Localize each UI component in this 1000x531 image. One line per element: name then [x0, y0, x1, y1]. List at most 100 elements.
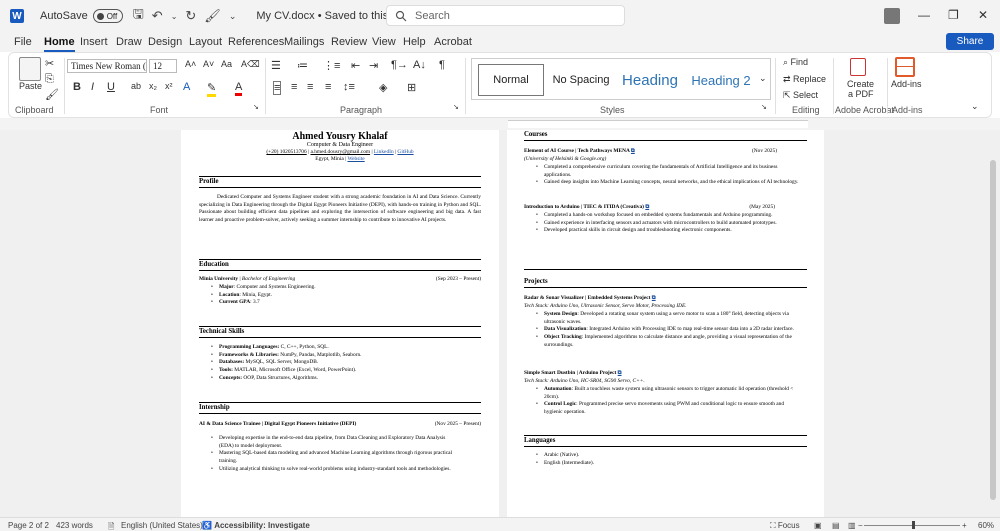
close-icon[interactable]: ✕: [978, 8, 988, 22]
strikethrough-icon[interactable]: ab: [131, 81, 141, 91]
focus-button[interactable]: ⛶ Focus: [770, 521, 800, 531]
paste-button[interactable]: Paste: [19, 81, 42, 91]
dialog-launcher-icon[interactable]: ↘: [761, 103, 767, 111]
subscript-icon[interactable]: x₂: [149, 81, 157, 91]
github-link[interactable]: GitHub: [397, 149, 413, 155]
tab-help[interactable]: Help: [403, 36, 426, 48]
font-color-icon[interactable]: A: [235, 81, 243, 96]
share-button[interactable]: Share: [946, 33, 994, 50]
dialog-launcher-icon[interactable]: ↘: [253, 103, 259, 111]
align-left-icon[interactable]: ≡: [273, 81, 282, 95]
create-pdf-icon[interactable]: [850, 58, 866, 76]
addins-icon[interactable]: [895, 57, 915, 77]
dialog-launcher-icon[interactable]: ↘: [453, 103, 459, 111]
minimize-icon[interactable]: —: [918, 8, 930, 22]
external-link-icon[interactable]: ⧉: [652, 295, 656, 301]
styles-more-icon[interactable]: ⌄: [759, 73, 767, 84]
decrease-indent-icon[interactable]: ⇤: [351, 59, 360, 72]
undo-icon[interactable]: ↶: [152, 8, 163, 24]
increase-indent-icon[interactable]: ⇥: [369, 59, 378, 72]
sort-icon[interactable]: A↓: [413, 59, 426, 71]
bullets-icon[interactable]: ☰: [271, 59, 281, 72]
grow-font-icon[interactable]: A˄: [185, 59, 196, 69]
font-family-select[interactable]: Times New Roman (: [67, 59, 147, 73]
shrink-font-icon[interactable]: A˅: [203, 59, 214, 69]
style-normal[interactable]: Normal: [478, 64, 544, 96]
borders-icon[interactable]: ⊞: [407, 81, 416, 94]
external-link-icon[interactable]: ⧉: [631, 148, 635, 154]
show-marks-icon[interactable]: ¶: [439, 59, 445, 71]
find-button[interactable]: ⌕ Find: [783, 57, 808, 68]
search-input[interactable]: Search: [386, 5, 625, 26]
shading-icon[interactable]: ◈: [379, 81, 387, 94]
zoom-out-icon[interactable]: −: [858, 521, 863, 530]
copy-icon[interactable]: ⎘: [45, 73, 54, 86]
justify-icon[interactable]: ≡: [325, 81, 331, 93]
print-layout-icon[interactable]: ▤: [832, 521, 840, 530]
page-count[interactable]: Page 2 of 2: [8, 521, 49, 530]
tab-insert[interactable]: Insert: [80, 36, 108, 48]
tab-draw[interactable]: Draw: [116, 36, 142, 48]
style-no-spacing[interactable]: No Spacing: [548, 64, 614, 96]
proofing-icon[interactable]: 🗎: [108, 521, 114, 531]
align-center-icon[interactable]: ≡: [291, 81, 297, 93]
format-painter-icon[interactable]: 🖌: [204, 8, 221, 24]
zoom-in-icon[interactable]: +: [962, 521, 967, 530]
external-link-icon[interactable]: ⧉: [645, 204, 649, 210]
replace-button[interactable]: ⇄ Replace: [783, 74, 826, 85]
accessibility-status[interactable]: ♿ Accessibility: Investigate: [202, 521, 310, 530]
superscript-icon[interactable]: x²: [165, 81, 173, 91]
zoom-level[interactable]: 60%: [978, 521, 994, 530]
avatar[interactable]: [884, 8, 900, 24]
numbering-icon[interactable]: ≔: [297, 59, 308, 72]
external-link-icon[interactable]: ⧉: [618, 370, 622, 376]
zoom-slider-thumb[interactable]: [912, 521, 915, 529]
language-indicator[interactable]: English (United States): [121, 521, 203, 530]
line-spacing-icon[interactable]: ↕≡: [343, 81, 355, 93]
page-2[interactable]: Courses Element of AI Course | Tech Path…: [507, 130, 824, 517]
read-mode-icon[interactable]: ▣: [814, 521, 822, 530]
word-count[interactable]: 423 words: [56, 521, 93, 530]
redo-icon[interactable]: ↻: [185, 8, 196, 24]
align-right-icon[interactable]: ≡: [307, 81, 313, 93]
tab-acrobat[interactable]: Acrobat: [434, 36, 472, 48]
multilevel-list-icon[interactable]: ⋮≡: [323, 59, 340, 72]
save-icon[interactable]: 🖫: [133, 5, 144, 27]
italic-button[interactable]: I: [91, 81, 94, 93]
font-size-select[interactable]: 12: [149, 59, 177, 73]
linkedin-link[interactable]: LinkedIn: [374, 149, 394, 155]
select-button[interactable]: ⇱ Select: [783, 90, 818, 101]
tab-home[interactable]: Home: [44, 36, 75, 52]
clear-formatting-icon[interactable]: A⌫: [241, 59, 260, 70]
text-effects-icon[interactable]: A: [183, 81, 190, 93]
collapse-ribbon-icon[interactable]: ⌄: [971, 101, 979, 112]
ltr-icon[interactable]: ¶→: [391, 59, 408, 71]
change-case-icon[interactable]: Aa: [221, 59, 232, 69]
style-heading-2[interactable]: Heading 2: [686, 64, 756, 96]
underline-button[interactable]: U: [107, 81, 115, 93]
create-pdf-button[interactable]: Create: [847, 79, 874, 89]
email-link[interactable]: a.hmed.dousry@gmail.com: [310, 149, 370, 155]
bold-button[interactable]: B: [73, 81, 81, 93]
cut-icon[interactable]: ✂: [45, 57, 54, 70]
web-layout-icon[interactable]: ▥: [848, 521, 856, 530]
website-link[interactable]: Website: [347, 156, 364, 162]
customize-toolbar-icon[interactable]: ⌄: [229, 11, 237, 22]
autosave-toggle[interactable]: Off: [92, 9, 123, 23]
addins-button[interactable]: Add-ins: [891, 79, 922, 89]
highlight-icon[interactable]: ✎: [207, 81, 217, 97]
tab-review[interactable]: Review: [331, 36, 367, 48]
page-1[interactable]: Ahmed Yousry Khalaf Computer & Data Engi…: [181, 130, 499, 517]
tab-file[interactable]: File: [14, 36, 32, 48]
tab-view[interactable]: View: [372, 36, 396, 48]
restore-icon[interactable]: ❐: [948, 8, 959, 22]
vertical-scrollbar[interactable]: [990, 160, 996, 500]
chevron-down-icon[interactable]: ⌄: [171, 12, 178, 21]
style-heading[interactable]: Heading: [616, 64, 684, 96]
tab-references[interactable]: References: [228, 36, 284, 48]
ruler[interactable]: [0, 118, 1000, 130]
format-painter-icon[interactable]: 🖌: [45, 88, 59, 101]
tab-layout[interactable]: Layout: [189, 36, 222, 48]
paste-icon[interactable]: [19, 57, 41, 81]
tab-mailings[interactable]: Mailings: [284, 36, 324, 48]
